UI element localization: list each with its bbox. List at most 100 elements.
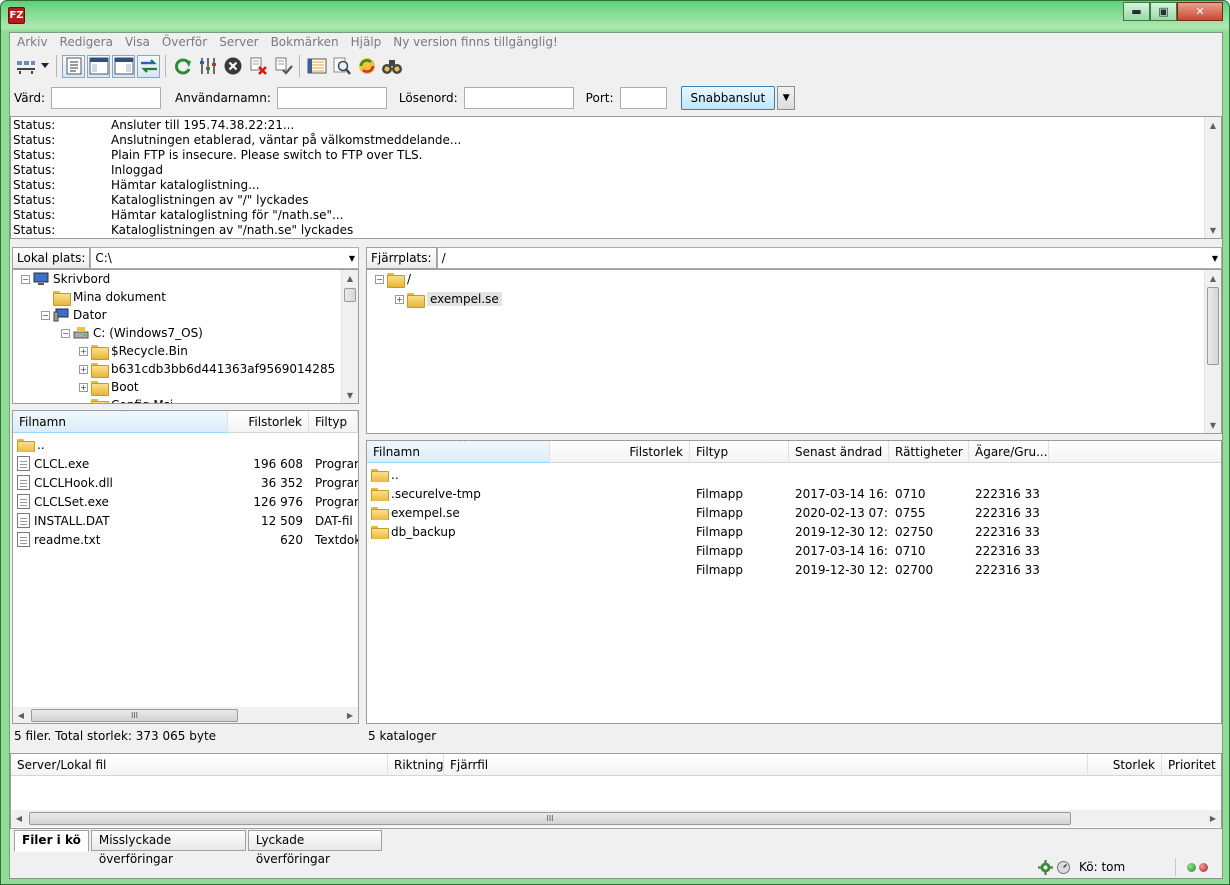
remote-file-row[interactable]: ..	[367, 465, 1221, 484]
scroll-up-arrow[interactable]: ▲	[342, 270, 358, 286]
remote-file-row[interactable]: exempel.se Filmapp 2020-02-13 07:... 0755 22…	[367, 503, 1221, 522]
queue-hscrollbar[interactable]: ◀ III ▶	[11, 810, 1221, 827]
menu-server[interactable]: Server	[214, 33, 265, 51]
local-list-hscrollbar[interactable]: ◀ III ▶	[13, 707, 358, 723]
expand-toggle-icon[interactable]: +	[79, 382, 88, 392]
speed-limit-icon[interactable]	[1056, 860, 1071, 875]
remote-file-row[interactable]: Filmapp 2017-03-14 16:... 0710 222316 33	[367, 541, 1221, 560]
toggle-queue-icon[interactable]	[137, 54, 160, 78]
remote-col-permissions[interactable]: Rättigheter	[889, 441, 969, 463]
tree-node[interactable]: − C: (Windows7_OS)	[61, 324, 203, 342]
local-file-row[interactable]: CLCL.exe 196 608 Program	[13, 454, 358, 473]
remote-col-owner[interactable]: Ägare/Gru...	[969, 441, 1049, 463]
queue-col-size[interactable]: Storlek	[1088, 754, 1162, 776]
tab-queued-files[interactable]: Filer i kö	[14, 830, 89, 852]
tree-node[interactable]: − Dator	[41, 306, 107, 324]
remote-directory-tree[interactable]: − / + exempel.se ▲ ▼	[366, 269, 1222, 434]
expand-toggle-icon[interactable]: +	[79, 364, 88, 374]
host-input[interactable]	[51, 87, 162, 109]
menu-hjalp[interactable]: Hjälp	[346, 33, 389, 51]
quickconnect-button[interactable]: Snabbanslut	[680, 86, 776, 110]
filezilla-app-icon[interactable]: FZ	[8, 7, 25, 24]
scroll-thumb[interactable]	[1207, 287, 1219, 365]
tree-node[interactable]: + b631cdb3bb6d441363af9569014285	[79, 360, 335, 378]
menu-new-version[interactable]: Ny version finns tillgänglig!	[388, 33, 565, 51]
username-input[interactable]	[276, 87, 387, 109]
log-scrollbar[interactable]: ▲ ▼	[1204, 117, 1221, 238]
scroll-up-arrow[interactable]: ▲	[1205, 117, 1221, 133]
filter-icon[interactable]	[305, 55, 328, 78]
scroll-left-arrow[interactable]: ◀	[11, 810, 27, 826]
transfer-queue[interactable]: Server/Lokal fil Riktning Fjärrfil Storl…	[10, 753, 1222, 829]
maximize-button[interactable]: ▣	[1150, 2, 1177, 21]
compare-icon[interactable]	[355, 55, 378, 78]
scroll-thumb[interactable]: III	[31, 709, 238, 722]
password-input[interactable]	[463, 87, 574, 109]
tree-node[interactable]: − Skrivbord	[21, 270, 110, 288]
local-col-filetype[interactable]: Filtyp	[309, 411, 358, 433]
expand-toggle-icon[interactable]: −	[61, 328, 70, 338]
minimize-button[interactable]: ▬	[1123, 2, 1150, 21]
expand-toggle-icon[interactable]: +	[79, 346, 88, 356]
port-input[interactable]	[619, 87, 667, 109]
scroll-right-arrow[interactable]: ▶	[342, 707, 358, 723]
chevron-down-icon[interactable]: ▼	[1212, 254, 1218, 263]
remote-col-filesize[interactable]: Filstorlek	[550, 441, 690, 463]
remote-col-modified[interactable]: Senast ändrad	[789, 441, 889, 463]
expand-toggle-icon[interactable]: −	[41, 310, 50, 320]
close-button[interactable]: ✕	[1177, 2, 1223, 21]
local-file-row[interactable]: INSTALL.DAT 12 509 DAT-fil	[13, 511, 358, 530]
cancel-icon[interactable]	[221, 55, 244, 78]
tree-node[interactable]: + Boot	[79, 378, 139, 396]
scroll-thumb[interactable]: III	[29, 812, 1071, 825]
toggle-local-tree-icon[interactable]	[87, 54, 110, 78]
local-col-filesize[interactable]: Filstorlek	[228, 411, 309, 433]
chevron-down-icon[interactable]: ▼	[349, 254, 355, 263]
expand-toggle-icon[interactable]: +	[395, 294, 404, 304]
quickconnect-dropdown-button[interactable]: ▼	[777, 86, 796, 110]
local-file-row[interactable]: CLCLSet.exe 126 976 Program	[13, 492, 358, 511]
remote-col-filetype[interactable]: Filtyp	[690, 441, 789, 463]
queue-col-priority[interactable]: Prioritet	[1162, 754, 1221, 776]
queue-col-direction[interactable]: Riktning	[388, 754, 444, 776]
tree-node[interactable]: + exempel.se	[395, 290, 502, 308]
remote-col-filename[interactable]: Filnamn	[367, 441, 550, 463]
disconnect-icon[interactable]	[246, 55, 269, 78]
tree-node[interactable]: Config.Msi	[79, 396, 173, 403]
scroll-down-arrow[interactable]: ▼	[1205, 222, 1221, 238]
menu-arkiv[interactable]: Arkiv	[12, 33, 55, 51]
refresh-icon[interactable]	[171, 55, 194, 78]
scroll-left-arrow[interactable]: ◀	[13, 707, 29, 723]
search-icon[interactable]	[330, 55, 353, 78]
title-bar[interactable]: FZ ▬ ▣ ✕	[1, 1, 1229, 31]
local-file-row[interactable]: CLCLHook.dll 36 352 Program	[13, 473, 358, 492]
local-file-row[interactable]: readme.txt 620 Textdoku	[13, 530, 358, 549]
message-log[interactable]: Status: Ansluter till 195.74.38.22:21... S…	[10, 116, 1222, 239]
local-file-list[interactable]: Filnamn Filstorlek Filtyp .. CLCL.exe 196 …	[12, 410, 359, 724]
scroll-down-arrow[interactable]: ▼	[1205, 417, 1221, 433]
sync-browse-icon[interactable]	[380, 55, 403, 78]
toggle-remote-tree-icon[interactable]	[112, 54, 135, 78]
expand-toggle-icon[interactable]: −	[375, 274, 384, 284]
remote-tree-scrollbar[interactable]: ▲ ▼	[1204, 270, 1221, 433]
tree-node[interactable]: + $Recycle.Bin	[79, 342, 188, 360]
remote-file-list[interactable]: Filnamn Filstorlek Filtyp Senast ändrad …	[366, 440, 1222, 724]
remote-path-combobox[interactable]: / ▼	[436, 247, 1222, 269]
tab-failed-transfers[interactable]: Misslyckade överföringar	[90, 830, 246, 866]
queue-col-remote[interactable]: Fjärrfil	[444, 754, 1088, 776]
remote-file-row[interactable]: db_backup Filmapp 2019-12-30 12:... 02750 22…	[367, 522, 1221, 541]
remote-file-row[interactable]: Filmapp 2019-12-30 12:... 02700 222316 33	[367, 560, 1221, 579]
local-tree-scrollbar[interactable]: ▲ ▼	[341, 270, 358, 403]
menu-visa[interactable]: Visa	[120, 33, 157, 51]
reconnect-icon[interactable]	[271, 55, 294, 78]
site-manager-icon[interactable]	[14, 55, 37, 78]
local-file-row[interactable]: ..	[13, 435, 358, 454]
local-col-filename[interactable]: Filnamn	[13, 411, 228, 433]
toggle-log-icon[interactable]	[62, 54, 85, 78]
menu-redigera[interactable]: Redigera	[55, 33, 120, 51]
dropdown-arrow-icon[interactable]	[39, 55, 51, 78]
tree-node[interactable]: Mina dokument	[41, 288, 166, 306]
menu-overfor[interactable]: Överför	[157, 33, 214, 51]
queue-col-local[interactable]: Server/Lokal fil	[11, 754, 388, 776]
local-path-combobox[interactable]: C:\ ▼	[90, 247, 359, 269]
